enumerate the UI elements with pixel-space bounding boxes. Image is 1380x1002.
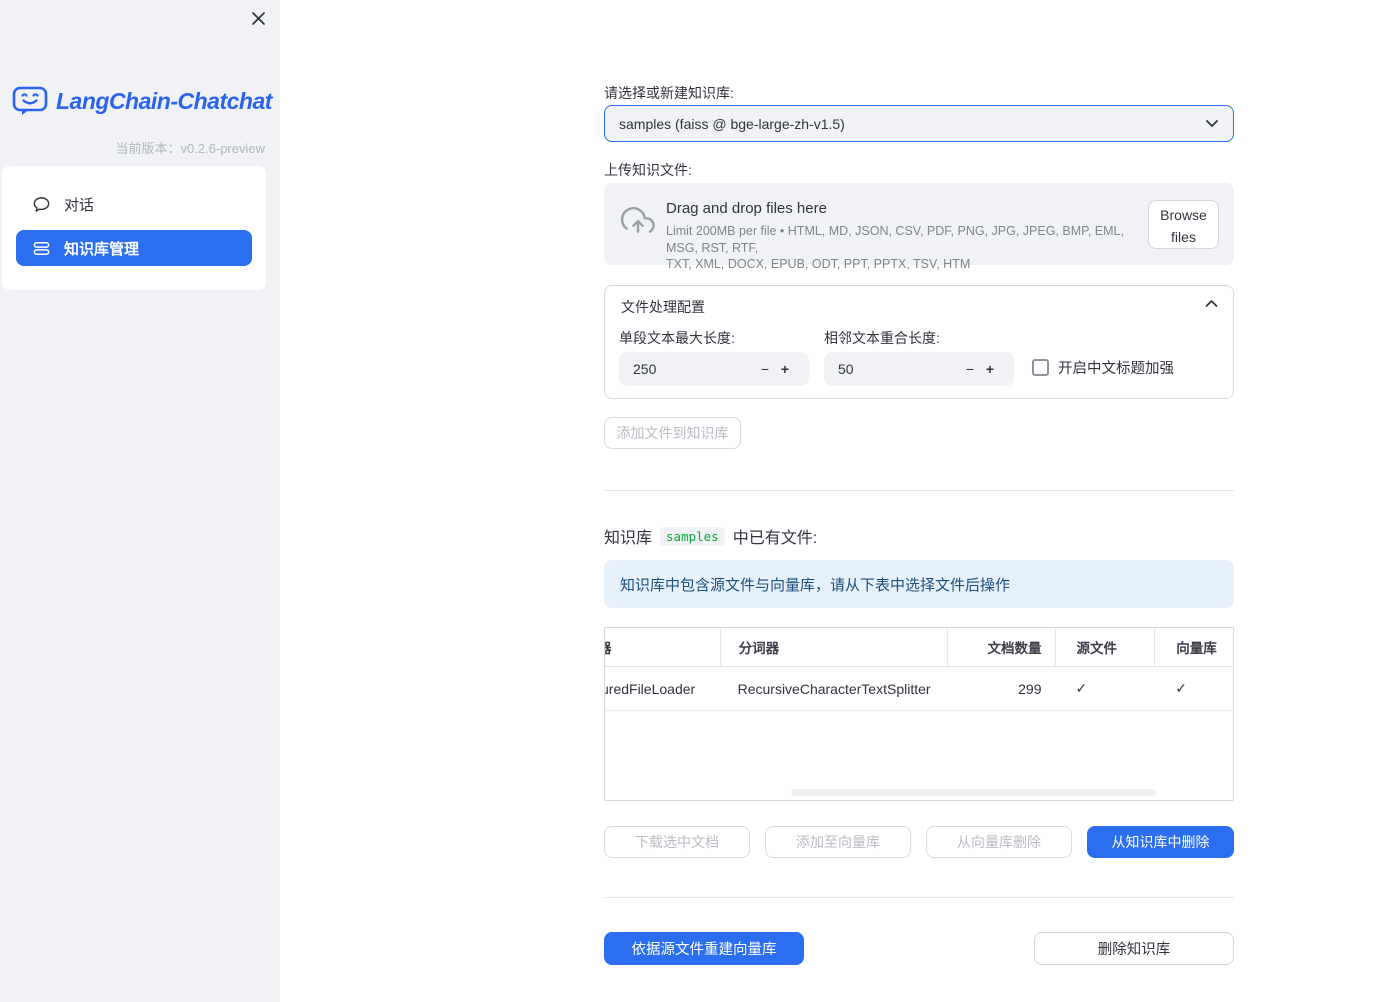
- chunk-overlap-decrement-button[interactable]: −: [960, 361, 980, 377]
- sidebar-close-button[interactable]: [246, 6, 270, 30]
- cell-vector-check[interactable]: ✓: [1154, 667, 1233, 710]
- cell-doc-count[interactable]: 299: [947, 667, 1056, 710]
- divider: [604, 490, 1234, 491]
- zh-title-enhance-checkbox[interactable]: 开启中文标题加强: [1032, 357, 1174, 378]
- sidebar-item-label: 知识库管理: [64, 240, 140, 258]
- kb-name-code: samples: [660, 526, 725, 546]
- sidebar-item-knowledge-base[interactable]: 知识库管理: [16, 230, 252, 266]
- info-banner-text: 知识库中包含源文件与向量库，请从下表中选择文件后操作: [620, 576, 1011, 594]
- file-dropzone[interactable]: Drag and drop files here Limit 200MB per…: [604, 183, 1234, 271]
- kb-select-value: samples (faiss @ bge-large-zh-v1.5): [619, 115, 845, 132]
- download-selected-button[interactable]: 下载选中文档: [604, 826, 750, 858]
- table-header-row: 器 分词器 文档数量 源文件 向量库: [605, 628, 1233, 667]
- cell-loader[interactable]: uredFileLoader: [605, 667, 720, 710]
- close-icon: [251, 11, 265, 25]
- delete-from-kb-button[interactable]: 从知识库中删除: [1087, 826, 1234, 858]
- cell-splitter[interactable]: RecursiveCharacterTextSplitter: [720, 667, 947, 710]
- checkbox-box-icon: [1032, 359, 1049, 376]
- expander-title[interactable]: 文件处理配置: [621, 297, 705, 317]
- rebuild-vector-store-button[interactable]: 依据源文件重建向量库: [604, 932, 804, 965]
- app-logo: LangChain-Chatchat: [12, 86, 272, 117]
- sidebar-item-dialogue[interactable]: 对话: [16, 186, 252, 222]
- chunk-overlap-increment-button[interactable]: +: [980, 361, 1000, 377]
- knowledge-base-icon: [33, 241, 50, 255]
- chat-bubble-icon: [33, 196, 50, 212]
- file-config-expander: 文件处理配置 单段文本最大长度: 相邻文本重合长度: 250 − + 50 − …: [604, 285, 1234, 399]
- sidebar-item-label: 对话: [64, 196, 95, 214]
- browse-files-button[interactable]: Browse files: [1148, 200, 1219, 249]
- chunk-size-value: 250: [633, 361, 657, 377]
- dropzone-limit-line1: Limit 200MB per file • HTML, MD, JSON, C…: [666, 224, 1124, 255]
- chunk-size-input[interactable]: 250 − +: [619, 352, 809, 386]
- app-title: LangChain-Chatchat: [56, 88, 272, 114]
- kb-select-label: 请选择或新建知识库:: [604, 85, 734, 101]
- kb-files-table[interactable]: 器 分词器 文档数量 源文件 向量库 uredFileLoader Recurs…: [604, 627, 1234, 801]
- sidebar-menu: 对话 知识库管理: [2, 166, 266, 290]
- kb-files-prefix: 知识库: [604, 530, 653, 547]
- add-files-to-kb-button[interactable]: 添加文件到知识库: [604, 417, 741, 449]
- chunk-overlap-label: 相邻文本重合长度:: [824, 330, 940, 346]
- divider: [604, 897, 1234, 898]
- app-window: LangChain-Chatchat 当前版本：v0.2.6-preview 对…: [0, 0, 1380, 1002]
- chunk-overlap-value: 50: [838, 361, 854, 377]
- info-banner: 知识库中包含源文件与向量库，请从下表中选择文件后操作: [604, 560, 1234, 608]
- kb-files-suffix: 中已有文件:: [732, 530, 818, 547]
- version-text: 当前版本：v0.2.6-preview: [115, 138, 265, 157]
- chunk-overlap-input[interactable]: 50 − +: [824, 352, 1014, 386]
- sidebar: LangChain-Chatchat 当前版本：v0.2.6-preview 对…: [0, 0, 280, 1002]
- table-row[interactable]: uredFileLoader RecursiveCharacterTextSpl…: [605, 667, 1233, 711]
- chunk-size-label: 单段文本最大长度:: [619, 330, 735, 346]
- upload-label: 上传知识文件:: [604, 162, 692, 178]
- kb-files-heading: 知识库 samples 中已有文件:: [604, 524, 817, 548]
- table-header-loader[interactable]: 器: [605, 628, 720, 666]
- main-content: 请选择或新建知识库: samples (faiss @ bge-large-zh…: [604, 0, 1234, 1002]
- cloud-upload-icon: [620, 207, 655, 233]
- chunk-size-decrement-button[interactable]: −: [755, 361, 775, 377]
- kb-select[interactable]: samples (faiss @ bge-large-zh-v1.5): [604, 105, 1234, 142]
- table-header-splitter[interactable]: 分词器: [719, 628, 947, 666]
- delete-from-vector-store-button[interactable]: 从向量库删除: [926, 826, 1072, 858]
- version-label: 当前版本：: [115, 141, 181, 156]
- dropzone-title: Drag and drop files here: [666, 200, 827, 217]
- dropzone-limits: Limit 200MB per file • HTML, MD, JSON, C…: [666, 223, 1144, 273]
- chat-smiley-logo-icon: [12, 86, 48, 115]
- chevron-down-icon: [1206, 120, 1218, 127]
- add-to-vector-store-button[interactable]: 添加至向量库: [765, 826, 911, 858]
- chevron-up-icon[interactable]: [1205, 299, 1218, 308]
- chunk-size-increment-button[interactable]: +: [775, 361, 795, 377]
- delete-kb-button[interactable]: 删除知识库: [1034, 932, 1234, 965]
- dropzone-limit-line2: TXT, XML, DOCX, EPUB, ODT, PPT, PPTX, TS…: [666, 257, 971, 271]
- table-header-vector[interactable]: 向量库: [1154, 628, 1233, 666]
- cell-source-check[interactable]: ✓: [1056, 667, 1155, 710]
- zh-title-enhance-label: 开启中文标题加强: [1058, 361, 1174, 377]
- table-header-doc-count[interactable]: 文档数量: [946, 628, 1056, 666]
- table-header-source[interactable]: 源文件: [1055, 628, 1154, 666]
- version-value: v0.2.6-preview: [180, 141, 265, 156]
- table-horizontal-scrollbar[interactable]: [791, 789, 1156, 796]
